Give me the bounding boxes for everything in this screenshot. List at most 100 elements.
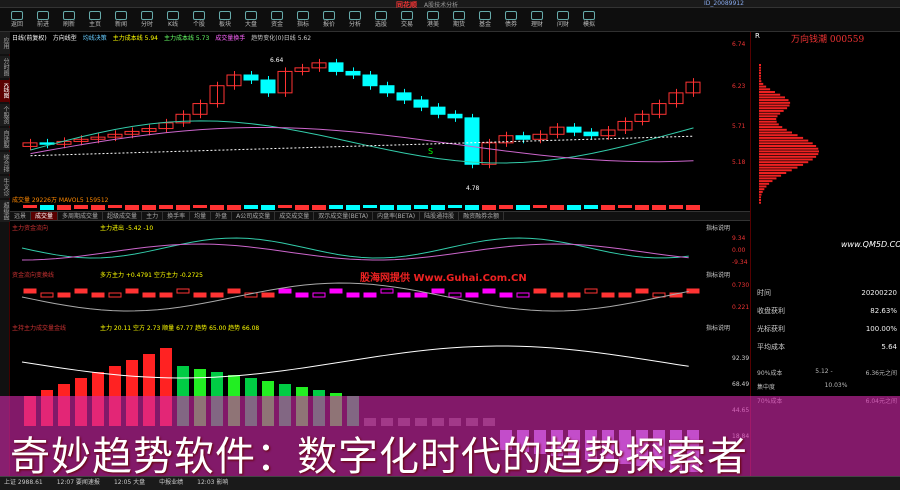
indicator-tab-0[interactable]: 远景 bbox=[10, 212, 32, 220]
main-candlestick-chart[interactable]: 6.64 4.78 6.74 6.23 5.71 5.18 S 成交量 29226万 MAVO… bbox=[10, 40, 750, 210]
sidebar-item-6[interactable]: 牛叉诊股 bbox=[0, 176, 10, 198]
chip-bar bbox=[759, 99, 789, 102]
flow-bar bbox=[601, 292, 615, 298]
price-label: 6.64 bbox=[270, 57, 284, 64]
volume-bar bbox=[278, 205, 292, 208]
indicator-tab-3[interactable]: 超级成交量 bbox=[103, 212, 143, 220]
indicator-tab-1[interactable]: 成交量 bbox=[31, 212, 59, 220]
volume-bar bbox=[210, 205, 224, 210]
login-id[interactable]: ID_20089912 bbox=[704, 0, 744, 7]
chip-bar bbox=[759, 128, 787, 131]
toolbar-button-16[interactable]: 港美 bbox=[420, 9, 446, 31]
toolbar-icon bbox=[323, 11, 335, 20]
toolbar-label: 大盘 bbox=[244, 21, 257, 28]
volume-bar bbox=[261, 205, 275, 210]
indicator-tab-12[interactable]: 陆股通持股 bbox=[420, 212, 460, 220]
toolbar-label: 债券 bbox=[504, 21, 517, 28]
explain-button[interactable]: 指标说明 bbox=[706, 271, 730, 279]
status-item-2[interactable]: 12:05 大盘 bbox=[114, 477, 145, 490]
candle-body bbox=[345, 70, 361, 76]
volume-bar bbox=[414, 205, 428, 209]
toolbar-button-12[interactable]: 报价 bbox=[316, 9, 342, 31]
chip-bar bbox=[759, 120, 777, 123]
flow-bar bbox=[635, 288, 649, 294]
indicator-tab-13[interactable]: 融资融券余额 bbox=[459, 212, 505, 220]
toolbar-button-1[interactable]: 前进 bbox=[30, 9, 56, 31]
chip-bar bbox=[759, 136, 804, 139]
indicator-tab-6[interactable]: 均量 bbox=[190, 212, 212, 220]
toolbar-button-0[interactable]: 返回 bbox=[4, 9, 30, 31]
indicator-tab-11[interactable]: 内盘率(BETA) bbox=[373, 212, 421, 220]
stat-label: 收盘获利 bbox=[757, 307, 785, 315]
toolbar-button-2[interactable]: 刷新 bbox=[56, 9, 82, 31]
volume-bar bbox=[550, 205, 564, 210]
volume-bar bbox=[516, 205, 530, 210]
toolbar-button-6[interactable]: K线 bbox=[160, 9, 186, 31]
chip-bar bbox=[759, 109, 784, 112]
stat-label: 光标获利 bbox=[757, 325, 785, 333]
sidebar-item-1[interactable]: 分时图 bbox=[0, 56, 10, 78]
status-item-3[interactable]: 中报业绩 bbox=[159, 477, 183, 490]
sidebar-item-0[interactable]: 应用 bbox=[0, 32, 10, 54]
toolbar-button-18[interactable]: 基金 bbox=[472, 9, 498, 31]
explain-button[interactable]: 指标说明 bbox=[706, 324, 730, 332]
toolbar-button-5[interactable]: 分时 bbox=[134, 9, 160, 31]
indicator-tab-9[interactable]: 成交成交量 bbox=[275, 212, 315, 220]
candle-body bbox=[396, 92, 412, 101]
indicator-tab-8[interactable]: A公司成交量 bbox=[232, 212, 276, 220]
chip-bar bbox=[759, 188, 765, 191]
sidebar-item-7[interactable]: 超级盘口 bbox=[0, 200, 10, 222]
toolbar-button-10[interactable]: 资金 bbox=[264, 9, 290, 31]
main-toolbar: 返回 前进 刷新 主页 新闻 分时 K线 个股 板块 大盘 资金 指标 报价 分析 选股 交易 港美 期货 基金 债券… bbox=[0, 8, 900, 32]
toolbar-button-4[interactable]: 新闻 bbox=[108, 9, 134, 31]
toolbar-button-7[interactable]: 个股 bbox=[186, 9, 212, 31]
toolbar-button-20[interactable]: 理财 bbox=[524, 9, 550, 31]
chip-bar bbox=[759, 123, 779, 126]
explain-button[interactable]: 指标说明 bbox=[706, 224, 730, 232]
status-item-1[interactable]: 12:07 要闻速报 bbox=[57, 477, 100, 490]
volume-bar bbox=[176, 205, 190, 210]
toolbar-button-14[interactable]: 选股 bbox=[368, 9, 394, 31]
toolbar-button-22[interactable]: 模拟 bbox=[576, 9, 602, 31]
toolbar-button-21[interactable]: 问财 bbox=[550, 9, 576, 31]
toolbar-icon bbox=[531, 11, 543, 20]
toolbar-button-8[interactable]: 板块 bbox=[212, 9, 238, 31]
toolbar-button-13[interactable]: 分析 bbox=[342, 9, 368, 31]
indicator-tab-10[interactable]: 双示成交量(BETA) bbox=[314, 212, 374, 220]
chip-bar bbox=[759, 147, 819, 150]
indicator-tab-4[interactable]: 主力 bbox=[142, 212, 164, 220]
flow-bar bbox=[227, 288, 241, 294]
toolbar-button-15[interactable]: 交易 bbox=[394, 9, 420, 31]
flow-bar bbox=[584, 288, 598, 294]
toolbar-icon bbox=[401, 11, 413, 20]
sidebar-item-4[interactable]: 自选股 bbox=[0, 128, 10, 150]
axis-label: 68.49 bbox=[732, 381, 749, 388]
axis-label: 0.221 bbox=[732, 304, 749, 311]
sidebar-item-5[interactable]: 综合排名 bbox=[0, 152, 10, 174]
axis-label: -9.34 bbox=[732, 259, 748, 266]
chip-distribution-chart bbox=[759, 64, 820, 204]
toolbar-button-11[interactable]: 指标 bbox=[290, 9, 316, 31]
indicator-panel-1[interactable]: 主力资金流向 主力进出 -5.42 -10 指标说明9.34 0.00 -9.34 bbox=[10, 222, 750, 268]
toolbar-button-17[interactable]: 期货 bbox=[446, 9, 472, 31]
toolbar-button-9[interactable]: 大盘 bbox=[238, 9, 264, 31]
status-item-4[interactable]: 12:03 影响 bbox=[197, 477, 228, 490]
toolbar-button-19[interactable]: 债券 bbox=[498, 9, 524, 31]
sidebar-item-2[interactable]: K线图 bbox=[0, 80, 10, 102]
chip-bar bbox=[759, 82, 764, 85]
volume-bar bbox=[244, 205, 258, 209]
flow-bar bbox=[295, 292, 309, 298]
cost-row: 集中度 10.03% bbox=[757, 382, 848, 391]
toolbar-label: 指标 bbox=[296, 21, 309, 28]
toolbar-icon bbox=[375, 11, 387, 20]
indicator-tab-7[interactable]: 外盘 bbox=[211, 212, 233, 220]
indicator-tab-5[interactable]: 换手率 bbox=[163, 212, 191, 220]
toolbar-label: 交易 bbox=[400, 21, 413, 28]
toolbar-button-3[interactable]: 主页 bbox=[82, 9, 108, 31]
chip-bar bbox=[759, 93, 781, 96]
sidebar-item-3[interactable]: 个股资料 bbox=[0, 104, 10, 126]
status-item-0[interactable]: 上证 2988.61 bbox=[4, 477, 43, 490]
flow-bar bbox=[23, 288, 37, 294]
indicator-tab-2[interactable]: 多周期成交量 bbox=[58, 212, 104, 220]
candle-body bbox=[243, 74, 259, 81]
